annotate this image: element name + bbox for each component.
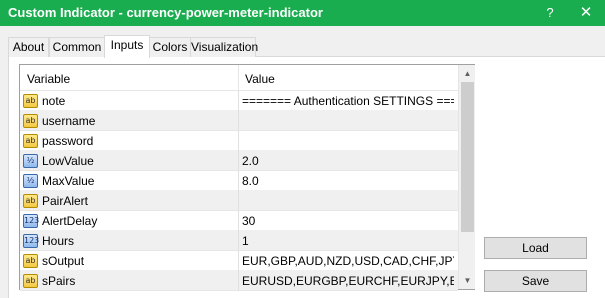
string-type-icon: ab [23,194,38,208]
cell-divider [238,131,239,151]
double-type-icon: ½ [23,174,38,188]
tab-inputs[interactable]: Inputs [104,35,150,58]
grid-header: Variable Value [20,65,458,91]
string-type-icon: ab [23,254,38,268]
cell-divider [238,151,239,171]
cell-divider [238,111,239,131]
save-button[interactable]: Save [484,270,587,292]
integer-type-icon: 123 [23,214,39,228]
help-button[interactable]: ? [533,0,567,26]
variable-name: PairAlert [42,194,89,208]
cell-divider [238,251,239,271]
variable-name: Hours [42,234,75,248]
variable-name: note [42,94,66,108]
integer-type-icon: 123 [23,234,39,248]
inputs-grid: Variable Value ab note ======= Authentic… [19,64,475,291]
cell-divider [238,191,239,211]
cell-divider [238,211,239,231]
title-bar: Custom Indicator - currency-power-meter-… [0,0,605,26]
table-row[interactable]: ab password [20,131,458,151]
tab-colors[interactable]: Colors [149,37,191,57]
vertical-scrollbar[interactable]: ▲ ▼ [458,65,475,289]
scroll-down-arrow-icon[interactable]: ▼ [459,272,476,289]
cell-divider [238,171,239,191]
variable-value[interactable]: 8.0 [242,174,454,188]
table-row[interactable]: ½ MaxValue 8.0 [20,171,458,191]
scroll-thumb[interactable] [461,82,474,232]
variable-value[interactable]: ======= Authentication SETTINGS ===... [242,94,454,108]
variable-value[interactable]: 30 [242,214,454,228]
cell-divider [238,91,239,111]
double-type-icon: ½ [23,154,38,168]
variable-value[interactable]: 2.0 [242,154,454,168]
variable-name: sOutput [42,254,85,268]
table-row[interactable]: ab PairAlert [20,191,458,211]
variable-value[interactable]: EUR,GBP,AUD,NZD,USD,CAD,CHF,JPY [242,254,454,268]
column-divider[interactable] [238,65,239,91]
string-type-icon: ab [23,94,38,108]
tab-visualization[interactable]: Visualization [190,37,258,57]
load-button[interactable]: Load [484,237,587,259]
table-row[interactable]: ½ LowValue 2.0 [20,151,458,171]
table-row[interactable]: ab note ======= Authentication SETTINGS … [20,91,458,111]
variable-name: AlertDelay [42,214,98,228]
variable-value[interactable]: 1 [242,234,454,248]
string-type-icon: ab [23,274,38,288]
window-title: Custom Indicator - currency-power-meter-… [8,5,323,20]
table-row[interactable]: ab sOutput EUR,GBP,AUD,NZD,USD,CAD,CHF,J… [20,251,458,271]
cell-divider [238,271,239,291]
variable-name: LowValue [42,154,94,168]
variable-value[interactable]: EURUSD,EURGBP,EURCHF,EURJPY,E... [242,274,454,288]
table-row[interactable]: 123 Hours 1 [20,231,458,251]
column-header-variable[interactable]: Variable [27,72,70,86]
table-row[interactable]: ab sPairs EURUSD,EURGBP,EURCHF,EURJPY,E.… [20,271,458,291]
scroll-up-arrow-icon[interactable]: ▲ [459,65,476,82]
string-type-icon: ab [23,114,38,128]
variable-name: username [42,114,96,128]
close-button[interactable]: ✕ [569,0,603,26]
variable-name: sPairs [42,274,76,288]
cell-divider [238,231,239,251]
column-header-value[interactable]: Value [245,72,275,86]
string-type-icon: ab [23,134,38,148]
table-row[interactable]: ab username [20,111,458,131]
grid-rows: ab note ======= Authentication SETTINGS … [20,91,458,291]
variable-name: MaxValue [42,174,95,188]
tab-about[interactable]: About [8,37,49,57]
table-row[interactable]: 123 AlertDelay 30 [20,211,458,231]
variable-name: password [42,134,94,148]
tab-common[interactable]: Common [49,37,105,57]
